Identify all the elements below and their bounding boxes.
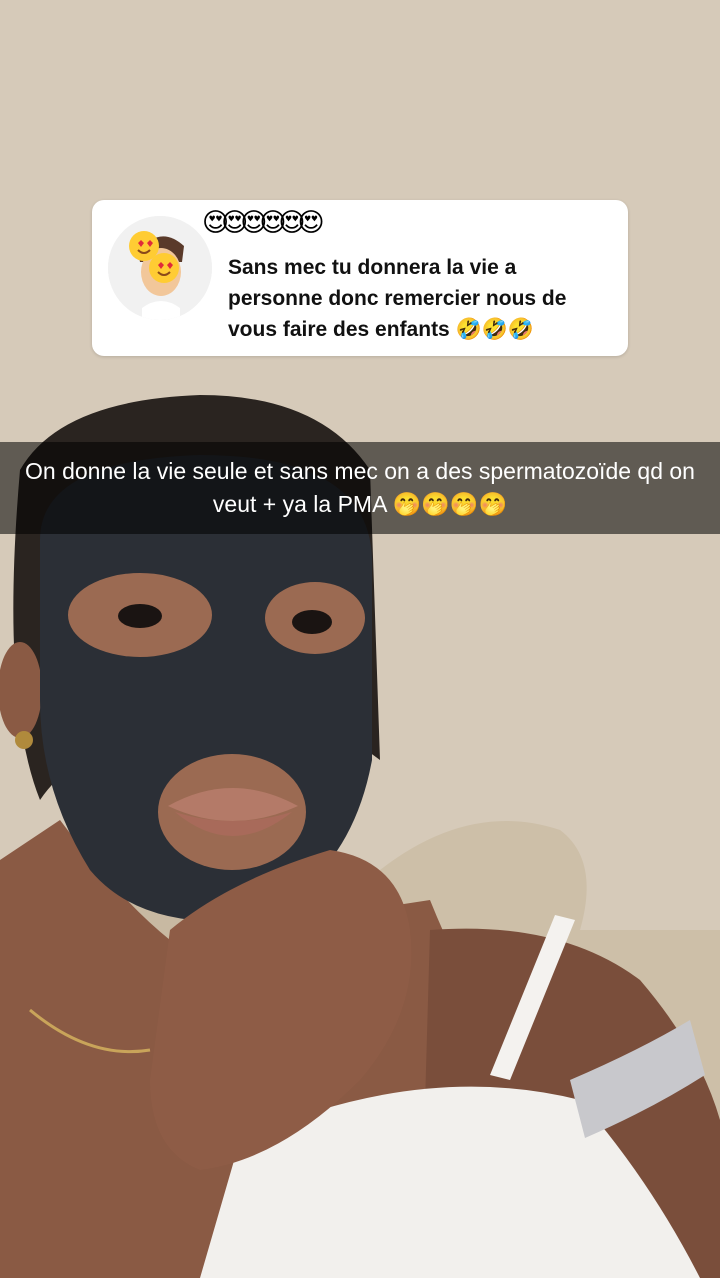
reply-message-text: Sans mec tu donnera la vie a personne do… xyxy=(228,256,567,341)
caption-text: On donne la vie seule et sans mec on a d… xyxy=(25,458,695,517)
sender-name-emojis: 😍😍😍😍😍😍 xyxy=(202,208,325,238)
background-scene xyxy=(0,0,720,1278)
snapshot-photo xyxy=(0,0,720,1278)
reply-sticker-card[interactable]: 😍😍😍😍😍😍 Sans mec tu donnera la vie a pers… xyxy=(92,200,628,356)
caption-bar[interactable]: On donne la vie seule et sans mec on a d… xyxy=(0,442,720,534)
bitmoji-avatar-icon xyxy=(108,216,212,320)
avatar xyxy=(108,216,212,320)
